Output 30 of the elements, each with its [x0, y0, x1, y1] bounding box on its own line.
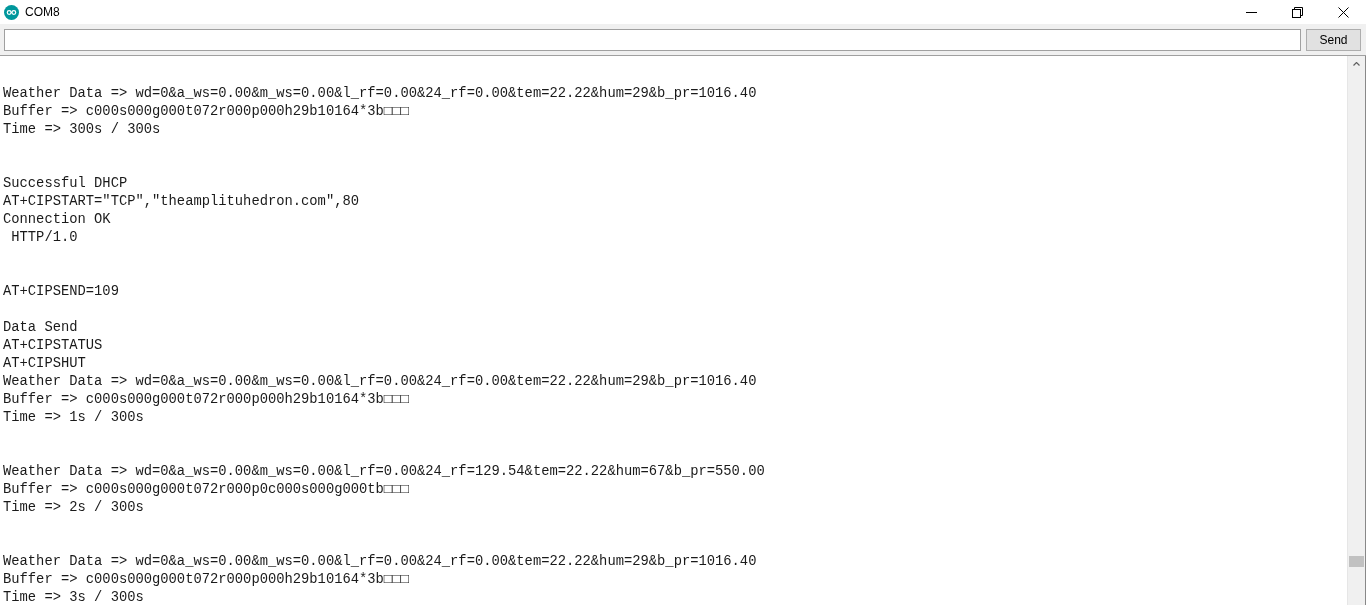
minimize-icon[interactable]	[1245, 11, 1257, 13]
output-line: Weather Data => wd=0&a_ws=0.00&m_ws=0.00&l_rf=0.00&24_rf=129.54&tem=22.22&hum=67&b_pr=550.00	[3, 463, 766, 481]
output-line: Time => 2s / 300s	[3, 499, 145, 517]
send-button[interactable]: Send	[1306, 28, 1361, 51]
output-line: Time => 3s / 300s	[3, 589, 145, 605]
output-line: Buffer => c000s000g000t072r000p0c000s000g000tb□□□	[3, 481, 410, 499]
scroll-thumb[interactable]	[1349, 556, 1364, 567]
message-input-field[interactable]	[4, 28, 1301, 51]
window-title: COM8	[25, 5, 61, 19]
output-line: Weather Data => wd=0&a_ws=0.00&m_ws=0.00&l_rf=0.00&24_rf=0.00&tem=22.22&hum=29&b_pr=1016.40	[3, 373, 758, 391]
output-line: Buffer => c000s000g000t072r000p000h29b10164*3b□□□	[3, 103, 410, 121]
output-line: AT+CIPSEND=109	[3, 283, 120, 301]
close-icon[interactable]	[1337, 6, 1349, 18]
output-line: Buffer => c000s000g000t072r000p000h29b10164*3b□□□	[3, 391, 410, 409]
output-line: AT+CIPSTATUS	[3, 337, 104, 355]
output-line: Weather Data => wd=0&a_ws=0.00&m_ws=0.00&l_rf=0.00&24_rf=0.00&tem=22.22&hum=29&b_pr=1016.40	[3, 553, 758, 571]
vertical-scrollbar[interactable]	[1347, 56, 1366, 605]
output-line: Successful DHCP	[3, 175, 129, 193]
output-line: Weather Data => wd=0&a_ws=0.00&m_ws=0.00&l_rf=0.00&24_rf=0.00&tem=22.22&hum=29&b_pr=1016.40	[3, 85, 758, 103]
output-line: Buffer => c000s000g000t072r000p000h29b10164*3b□□□	[3, 571, 410, 589]
app-logo-icon	[4, 4, 19, 20]
output-line: Time => 300s / 300s	[3, 121, 162, 139]
output-line: AT+CIPSTART="TCP","theamplituhedron.com",80	[3, 193, 361, 211]
output-line: Data Send	[3, 319, 79, 337]
output-line: Time => 1s / 300s	[3, 409, 145, 427]
restore-icon[interactable]	[1291, 6, 1303, 18]
output-line: Connection OK	[3, 211, 112, 229]
output-line: AT+CIPSHUT	[3, 355, 87, 373]
output-line: HTTP/1.0	[10, 229, 79, 247]
scroll-up-icon[interactable]	[1353, 62, 1360, 66]
